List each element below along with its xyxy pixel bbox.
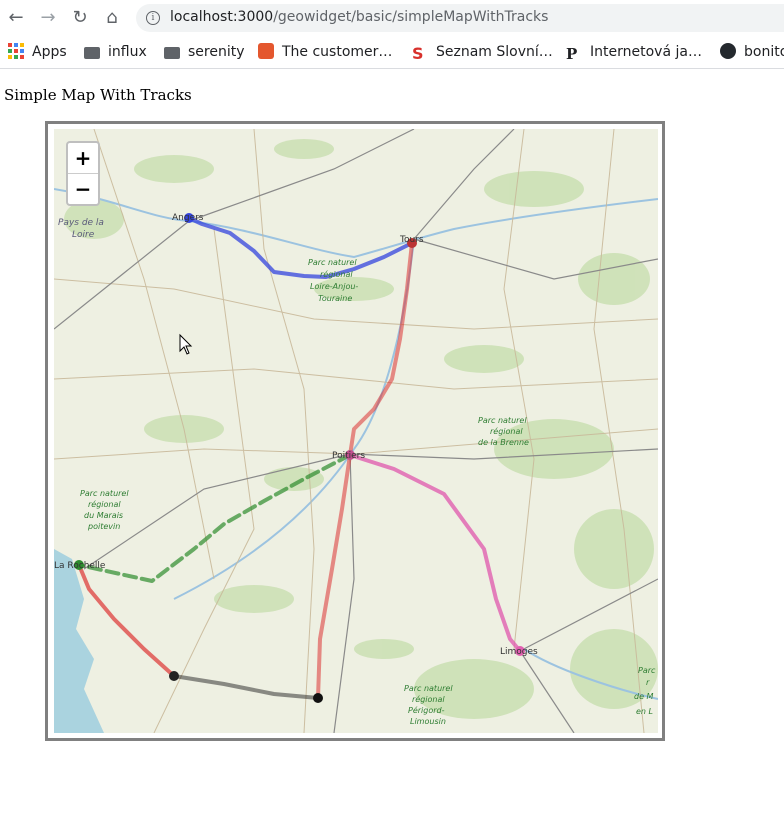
oracle-icon bbox=[258, 43, 274, 59]
info-icon[interactable]: i bbox=[146, 11, 160, 25]
url-text[interactable]: localhost:3000/geowidget/basic/simpleMap… bbox=[170, 9, 548, 25]
bookmark-serenity[interactable]: serenity bbox=[164, 42, 245, 62]
park-label: Parc naturel bbox=[404, 684, 453, 693]
bookmark-label: serenity bbox=[188, 44, 245, 60]
bookmark-label: The customer… bbox=[282, 44, 393, 60]
park-label: Loire-Anjou- bbox=[310, 282, 358, 291]
bookmark-customer[interactable]: The customer… bbox=[258, 42, 392, 62]
bookmark-apps[interactable]: Apps bbox=[8, 42, 67, 62]
map-svg[interactable]: Angers Tours Poitiers La Rochelle Limoge… bbox=[54, 129, 658, 733]
park-label: régional bbox=[320, 269, 353, 279]
bookmark-bonito[interactable]: bonito bbox=[720, 42, 784, 62]
park-label: Parc naturel bbox=[308, 258, 357, 267]
label-la-rochelle: La Rochelle bbox=[54, 561, 106, 571]
park-label: poitevin bbox=[87, 522, 120, 531]
forward-icon[interactable]: → bbox=[36, 6, 60, 30]
bookmark-label: Apps bbox=[32, 44, 67, 60]
p-icon: P bbox=[566, 45, 578, 63]
park-label: de la Brenne bbox=[478, 438, 529, 447]
bookmark-internetova[interactable]: P Internetová ja… bbox=[566, 42, 702, 62]
park-label: du Marais bbox=[84, 511, 123, 520]
zoom-in-button[interactable]: + bbox=[68, 143, 98, 174]
marker-saintes[interactable] bbox=[169, 671, 179, 681]
label-poitiers: Poitiers bbox=[332, 451, 365, 461]
park-label: Limousin bbox=[410, 717, 446, 726]
label-angers: Angers bbox=[172, 213, 204, 223]
label-limoges: Limoges bbox=[500, 647, 538, 657]
back-icon[interactable]: ← bbox=[4, 6, 28, 30]
apps-grid-icon bbox=[8, 43, 24, 59]
bookmarks-bar: Apps influx serenity The customer… S Sezn… bbox=[0, 36, 784, 69]
park-label: régional bbox=[88, 499, 121, 509]
park-label: Parc naturel bbox=[80, 489, 129, 498]
address-bar[interactable]: i localhost:3000/geowidget/basic/simpleM… bbox=[136, 4, 784, 32]
map-frame: Angers Tours Poitiers La Rochelle Limoge… bbox=[45, 121, 665, 741]
park-label: en L bbox=[636, 707, 653, 716]
label-region-2: Loire bbox=[72, 230, 95, 240]
home-icon[interactable]: ⌂ bbox=[100, 6, 124, 30]
bookmark-influx[interactable]: influx bbox=[84, 42, 147, 62]
bookmark-label: influx bbox=[108, 44, 147, 60]
park-label: régional bbox=[490, 426, 523, 436]
bookmark-label: Seznam Slovní… bbox=[436, 44, 553, 60]
label-region-1: Pays de la bbox=[58, 218, 104, 228]
folder-icon bbox=[84, 47, 100, 59]
park-label: régional bbox=[412, 694, 445, 704]
park-label: Parc bbox=[638, 666, 656, 675]
github-icon bbox=[720, 43, 736, 59]
seznam-icon: S bbox=[412, 44, 424, 63]
zoom-out-button[interactable]: − bbox=[68, 174, 98, 204]
reload-icon[interactable]: ↻ bbox=[68, 6, 92, 30]
bookmark-seznam[interactable]: S Seznam Slovní… bbox=[412, 42, 553, 62]
park-label: de M bbox=[634, 692, 654, 701]
label-tours: Tours bbox=[399, 235, 424, 245]
park-label: Parc naturel bbox=[478, 416, 527, 425]
bookmark-label: Internetová ja… bbox=[590, 44, 702, 60]
marker-angouleme[interactable] bbox=[313, 693, 323, 703]
page-title: Simple Map With Tracks bbox=[4, 86, 192, 104]
bookmark-label: bonito bbox=[744, 44, 784, 60]
park-label: Périgord- bbox=[408, 705, 445, 715]
park-label: Touraine bbox=[318, 294, 352, 303]
map-canvas[interactable]: Angers Tours Poitiers La Rochelle Limoge… bbox=[54, 129, 658, 733]
zoom-control: + − bbox=[66, 141, 100, 206]
url-path: /geowidget/basic/simpleMapWithTracks bbox=[273, 9, 549, 25]
url-host: localhost:3000 bbox=[170, 9, 274, 25]
folder-icon bbox=[164, 47, 180, 59]
browser-toolbar: ← → ↻ ⌂ i localhost:3000/geowidget/basic… bbox=[0, 0, 784, 36]
